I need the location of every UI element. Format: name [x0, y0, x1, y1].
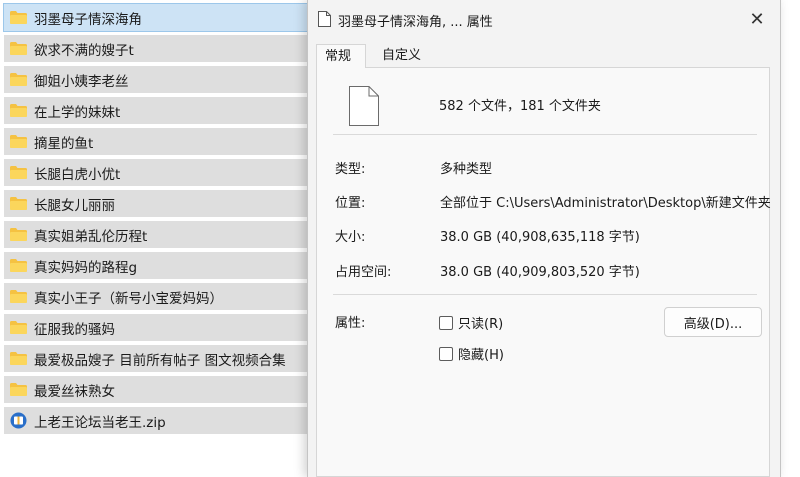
file-name: 羽墨母子情深海角 [34, 11, 142, 28]
file-row[interactable]: 长腿白虎小优t [4, 159, 334, 186]
folder-icon [10, 352, 27, 365]
location-label: 位置: [335, 196, 366, 211]
document-icon [318, 11, 331, 27]
file-name: 在上学的妹妹t [34, 104, 121, 121]
size-on-disk-value: 38.0 GB (40,909,803,520 字节) [440, 265, 640, 280]
general-panel: 582 个文件，181 个文件夹 类型: 多种类型 位置: 全部位于 C:\Us… [316, 67, 771, 477]
advanced-button[interactable]: 高级(D)... [664, 307, 762, 337]
folder-icon [10, 11, 27, 24]
divider [333, 134, 757, 135]
divider [333, 294, 757, 295]
location-value: 全部位于 C:\Users\Administrator\Desktop\新建文件… [440, 196, 771, 211]
multi-file-icon [349, 86, 379, 126]
file-row[interactable]: 欲求不满的嫂子t [4, 35, 334, 62]
hidden-checkbox[interactable]: 隐藏(H) [439, 344, 504, 363]
readonly-label: 只读(R) [458, 317, 504, 332]
file-row[interactable]: 征服我的骚妈 [4, 314, 334, 341]
file-row[interactable]: 真实妈妈的路程g [4, 252, 334, 279]
file-name: 征服我的骚妈 [34, 321, 115, 338]
folder-icon [10, 321, 27, 334]
checkbox-box[interactable] [439, 346, 453, 361]
checkbox-box[interactable] [439, 315, 453, 330]
folder-icon [10, 166, 27, 179]
file-name: 真实妈妈的路程g [34, 259, 138, 276]
file-row[interactable]: 在上学的妹妹t [4, 97, 334, 124]
folder-icon [10, 290, 27, 303]
file-name: 摘星的鱼t [34, 135, 94, 152]
file-name: 长腿白虎小优t [34, 166, 121, 183]
list-empty-area [4, 434, 306, 477]
dialog-title: 羽墨母子情深海角, ... 属性 [338, 15, 493, 30]
folder-icon [10, 259, 27, 272]
file-name: 最爱极品嫂子 目前所有帖子 图文视频合集 [34, 352, 286, 369]
title-bar[interactable]: 羽墨母子情深海角, ... 属性 ✕ [308, 0, 780, 38]
file-name: 真实姐弟乱伦历程t [34, 228, 148, 245]
close-icon: ✕ [749, 8, 765, 30]
file-name: 最爱丝袜熟女 [34, 383, 115, 400]
folder-icon [10, 73, 27, 86]
folder-icon [10, 383, 27, 396]
size-value: 38.0 GB (40,908,635,118 字节) [440, 230, 640, 245]
folder-icon [10, 197, 27, 210]
tab-general[interactable]: 常规 [316, 44, 366, 68]
type-label: 类型: [335, 162, 366, 177]
folder-icon [10, 104, 27, 117]
tab-custom[interactable]: 自定义 [374, 44, 430, 68]
properties-dialog: 羽墨母子情深海角, ... 属性 ✕ 常规 自定义 582 个文件，181 个文… [307, 0, 781, 477]
size-label: 大小: [335, 230, 366, 245]
file-name: 长腿女儿丽丽 [34, 197, 115, 214]
file-row[interactable]: 上老王论坛当老王.zip [4, 407, 334, 434]
folder-icon [10, 135, 27, 148]
folder-icon [10, 228, 27, 241]
file-name: 欲求不满的嫂子t [34, 42, 134, 59]
zip-archive-icon [10, 412, 27, 429]
file-name: 上老王论坛当老王.zip [34, 414, 166, 431]
item-summary: 582 个文件，181 个文件夹 [439, 99, 601, 114]
file-name: 真实小王子（新号小宝爱妈妈） [34, 290, 223, 307]
readonly-checkbox[interactable]: 只读(R) [439, 313, 503, 332]
file-row[interactable]: 最爱极品嫂子 目前所有帖子 图文视频合集 [4, 345, 334, 372]
file-row[interactable]: 羽墨母子情深海角 [3, 3, 335, 32]
file-name: 御姐小姨李老丝 [34, 73, 129, 90]
file-row[interactable]: 御姐小姨李老丝 [4, 66, 334, 93]
type-value: 多种类型 [440, 162, 493, 177]
size-on-disk-label: 占用空间: [335, 265, 392, 280]
file-row[interactable]: 最爱丝袜熟女 [4, 376, 334, 403]
file-row[interactable]: 摘星的鱼t [4, 128, 334, 155]
attributes-label: 属性: [335, 316, 366, 331]
file-row[interactable]: 长腿女儿丽丽 [4, 190, 334, 217]
hidden-label: 隐藏(H) [458, 348, 504, 363]
file-row[interactable]: 真实姐弟乱伦历程t [4, 221, 334, 248]
close-button[interactable]: ✕ [734, 0, 780, 38]
file-list: 羽墨母子情深海角 欲求不满的嫂子t 御姐小姨李老丝 在上学的妹妹t 摘星的鱼t … [3, 3, 335, 438]
file-row[interactable]: 真实小王子（新号小宝爱妈妈） [4, 283, 334, 310]
folder-icon [10, 42, 27, 55]
